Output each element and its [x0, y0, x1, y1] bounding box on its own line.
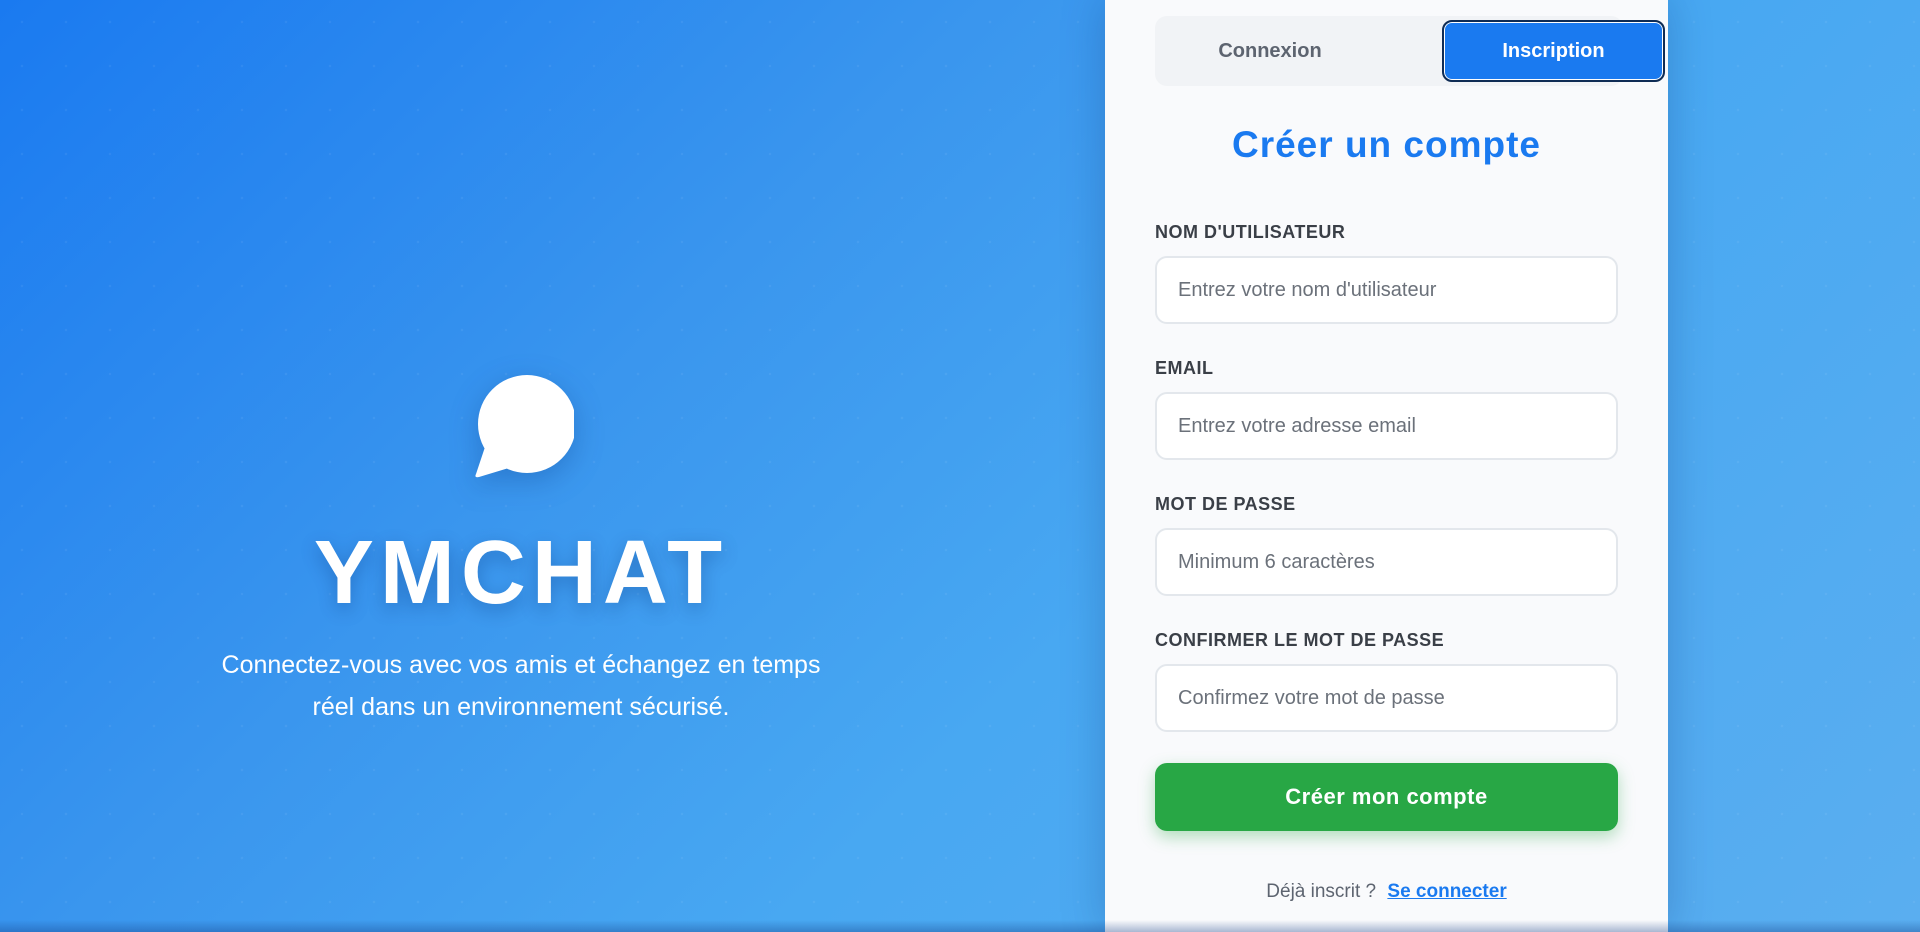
tab-register[interactable]: Inscription [1442, 20, 1665, 82]
password-label: MOT DE PASSE [1155, 494, 1296, 514]
form-title: Créer un compte [1231, 124, 1541, 165]
username-input[interactable] [1155, 256, 1618, 324]
password-input[interactable] [1155, 528, 1618, 596]
create-account-button[interactable]: Créer mon compte [1155, 763, 1618, 831]
chat-bubble-icon [475, 375, 574, 478]
tagline-line-1: Connectez-vous avec vos amis et échangez… [221, 651, 821, 679]
login-prompt-text: Déjà inscrit ? [1266, 881, 1377, 902]
tab-login[interactable]: Connexion [1159, 20, 1381, 82]
bottom-edge [0, 920, 1920, 932]
brand-title: YMCHAT [313, 523, 729, 623]
email-input[interactable] [1155, 392, 1618, 460]
email-label: EMAIL [1155, 358, 1214, 378]
login-prompt: Déjà inscrit ? Se connecter [1105, 881, 1668, 903]
confirm-password-label: CONFIRMER LE MOT DE PASSE [1155, 630, 1445, 650]
tagline: Connectez-vous avec vos amis et échangez… [0, 644, 1042, 728]
tagline-line-2: réel dans un environnement sécurisé. [312, 693, 730, 721]
username-label: NOM D'UTILISATEUR [1155, 222, 1346, 242]
confirm-password-input[interactable] [1155, 664, 1618, 732]
auth-card: Connexion Inscription Créer un compte NO… [1105, 0, 1668, 932]
auth-tabs: Connexion Inscription [1155, 16, 1665, 86]
hero-section: YMCHAT Connectez-vous avec vos amis et é… [0, 0, 1105, 932]
login-link[interactable]: Se connecter [1387, 881, 1506, 902]
